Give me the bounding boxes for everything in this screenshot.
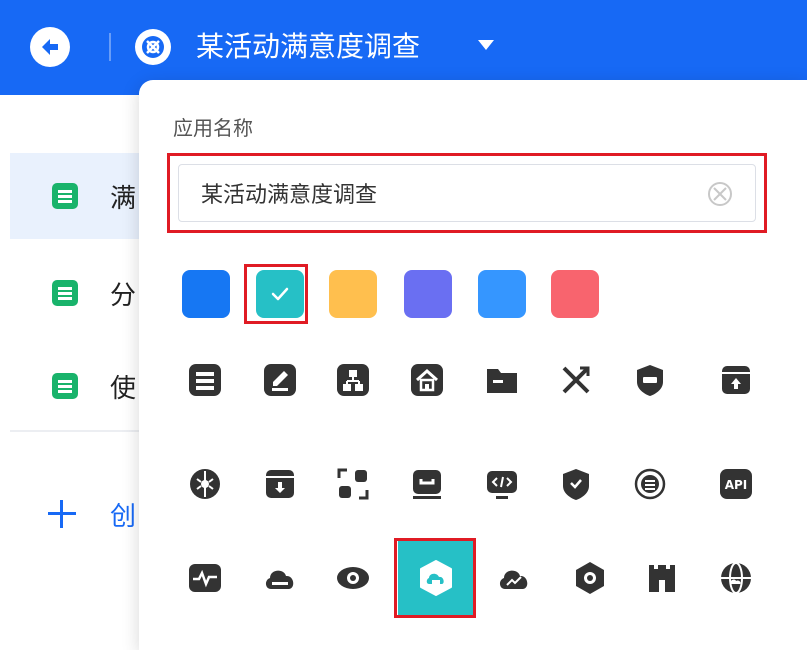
- code-screen-icon[interactable]: [482, 464, 522, 504]
- app-logo-icon: [135, 29, 171, 65]
- sidebar-item-3[interactable]: 使: [10, 343, 145, 429]
- back-button[interactable]: [30, 27, 70, 67]
- document-list-icon: [52, 280, 78, 306]
- sidebar-item-label: 分: [110, 280, 137, 311]
- color-swatch-blue[interactable]: [182, 270, 230, 318]
- document-list-icon: [52, 373, 78, 399]
- castle-icon[interactable]: [642, 558, 682, 598]
- color-swatch-orange[interactable]: [329, 270, 377, 318]
- header-divider: [109, 33, 111, 61]
- arrow-left-icon: [42, 39, 58, 55]
- pulse-monitor-icon[interactable]: [185, 558, 225, 598]
- globe-icon[interactable]: [716, 558, 756, 598]
- org-chart-icon[interactable]: [333, 360, 373, 400]
- sidebar-divider: [10, 430, 145, 432]
- cloud-trend-icon[interactable]: [494, 558, 534, 598]
- clear-icon[interactable]: [706, 180, 734, 208]
- chevron-down-icon[interactable]: [478, 40, 494, 50]
- database-globe-icon[interactable]: [630, 464, 670, 504]
- create-button-label[interactable]: 创: [110, 496, 136, 533]
- shield-card-icon[interactable]: [630, 360, 670, 400]
- sidebar-item-label: 使: [110, 373, 137, 404]
- eye-icon[interactable]: [333, 558, 373, 598]
- shield-icon[interactable]: [556, 464, 596, 504]
- sidebar-item-2[interactable]: 分: [10, 250, 145, 336]
- download-box-icon[interactable]: [260, 464, 300, 504]
- home-icon[interactable]: [407, 360, 447, 400]
- document-list-icon[interactable]: [185, 360, 225, 400]
- brain-icon[interactable]: [185, 464, 225, 504]
- sidebar: 满 分 使: [0, 95, 145, 639]
- color-swatch-red[interactable]: [551, 270, 599, 318]
- color-swatch-indigo[interactable]: [404, 270, 452, 318]
- selected-icon-highlight: [394, 538, 476, 618]
- api-icon-text: API: [725, 478, 748, 492]
- app-name-input[interactable]: [178, 164, 756, 222]
- app-title[interactable]: 某活动满意度调查: [196, 25, 420, 69]
- color-swatch-sky[interactable]: [478, 270, 526, 318]
- folder-icon[interactable]: [482, 360, 522, 400]
- hexagon-eye-icon[interactable]: [570, 558, 610, 598]
- edit-icon[interactable]: [260, 360, 300, 400]
- scan-icon[interactable]: [333, 464, 373, 504]
- utensils-icon[interactable]: [556, 360, 596, 400]
- sidebar-item-1[interactable]: 满: [10, 153, 145, 239]
- selected-color-highlight: [244, 264, 308, 324]
- inbox-icon[interactable]: [407, 464, 447, 504]
- app-name-label: 应用名称: [173, 116, 253, 140]
- upload-box-icon[interactable]: [716, 360, 756, 400]
- document-list-icon: [52, 183, 78, 209]
- sidebar-item-label: 满: [110, 183, 137, 214]
- api-icon[interactable]: API: [716, 464, 756, 504]
- app-name-highlight: [167, 153, 767, 233]
- plus-icon[interactable]: [48, 500, 76, 528]
- cloud-icon[interactable]: [260, 558, 300, 598]
